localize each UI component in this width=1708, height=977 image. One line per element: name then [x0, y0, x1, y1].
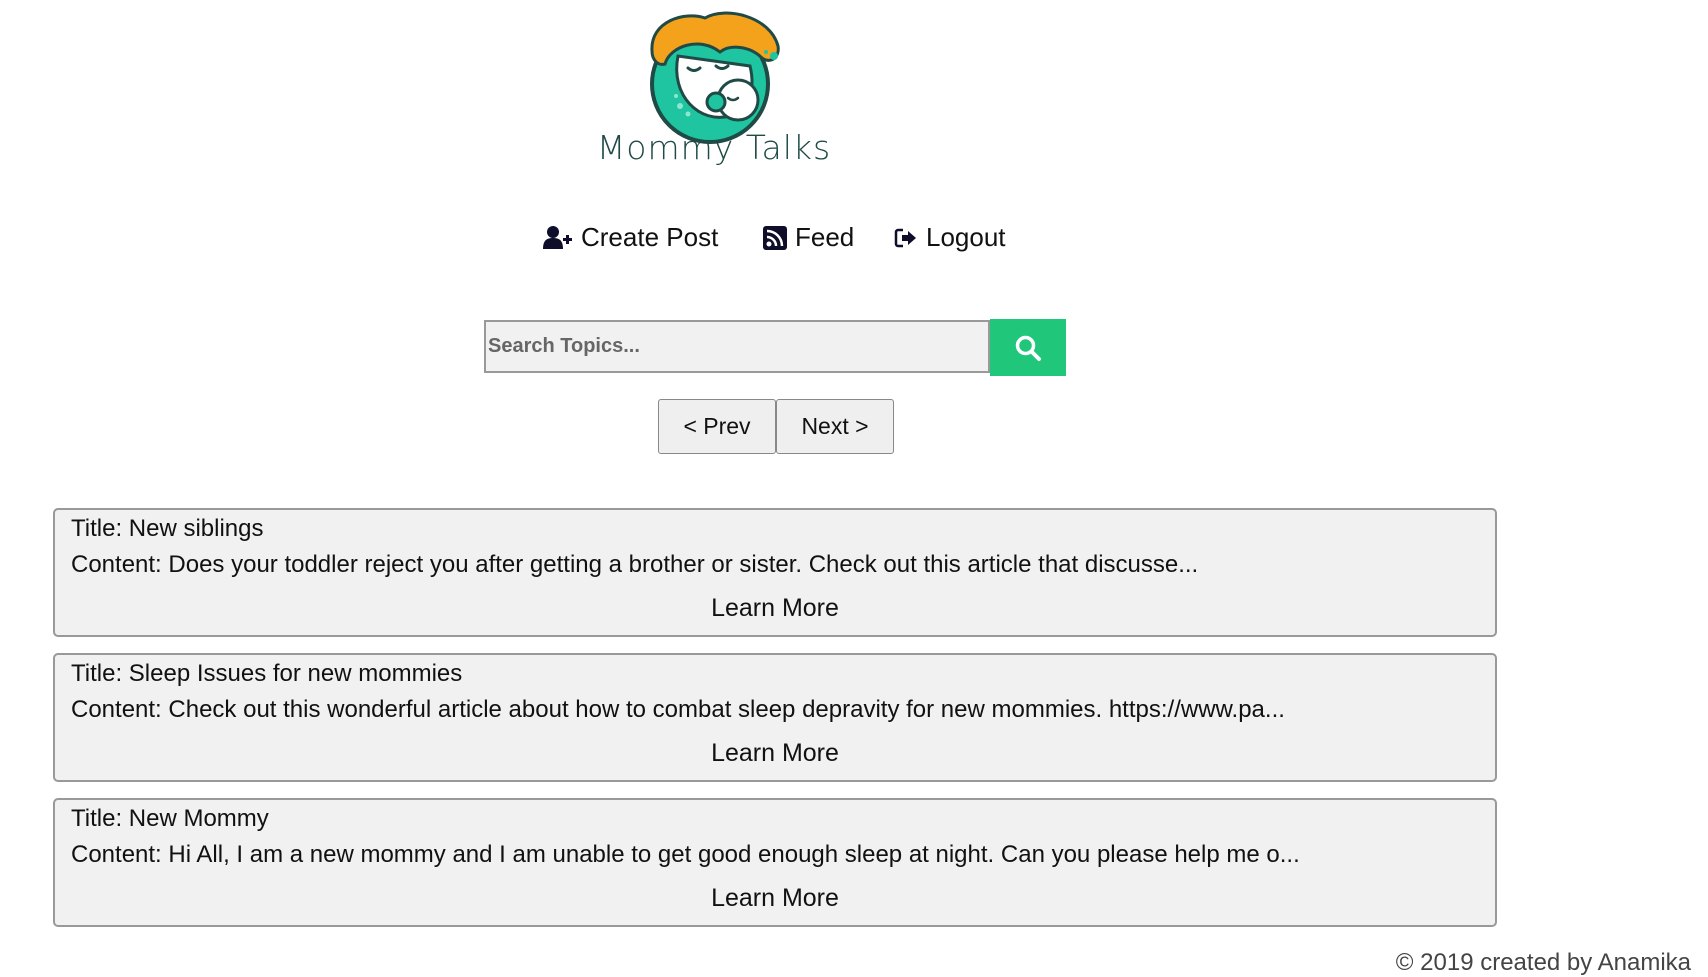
- sign-out-icon: [894, 228, 916, 247]
- next-button[interactable]: Next >: [776, 399, 894, 454]
- post-title: Title: New siblings: [71, 515, 264, 542]
- post-card: Title: New siblings Content: Does your t…: [53, 508, 1497, 637]
- pagination: < Prev Next >: [658, 399, 894, 454]
- nav-create-post-label: Create Post: [581, 222, 719, 252]
- post-card: Title: Sleep Issues for new mommies Cont…: [53, 653, 1497, 782]
- post-content: Content: Does your toddler reject you af…: [71, 551, 1199, 578]
- nav-logout-label: Logout: [926, 222, 1006, 252]
- learn-more-link[interactable]: Learn More: [55, 739, 1495, 768]
- learn-more-link[interactable]: Learn More: [55, 884, 1495, 913]
- search-icon: [1015, 335, 1041, 361]
- post-card: Title: New Mommy Content: Hi All, I am a…: [53, 798, 1497, 927]
- post-title: Title: New Mommy: [71, 805, 269, 832]
- prev-button[interactable]: < Prev: [658, 399, 776, 454]
- user-plus-icon: [543, 225, 572, 249]
- search-input[interactable]: [484, 320, 990, 373]
- nav-feed-label: Feed: [795, 222, 855, 252]
- nav-feed[interactable]: Feed: [763, 222, 854, 253]
- brand-name: Mommy Talks: [596, 128, 832, 167]
- nav-create-post[interactable]: Create Post: [543, 222, 718, 253]
- rss-icon: [763, 225, 787, 250]
- search-bar: [484, 319, 1068, 377]
- post-content: Content: Hi All, I am a new mommy and I …: [71, 841, 1300, 868]
- post-content: Content: Check out this wonderful articl…: [71, 696, 1285, 723]
- search-button[interactable]: [990, 319, 1066, 376]
- nav-logout[interactable]: Logout: [894, 222, 1006, 253]
- learn-more-link[interactable]: Learn More: [55, 594, 1495, 623]
- post-list: Title: New siblings Content: Does your t…: [53, 508, 1497, 943]
- main-nav: Create Post Feed Logout: [0, 222, 1708, 262]
- post-title: Title: Sleep Issues for new mommies: [71, 660, 463, 687]
